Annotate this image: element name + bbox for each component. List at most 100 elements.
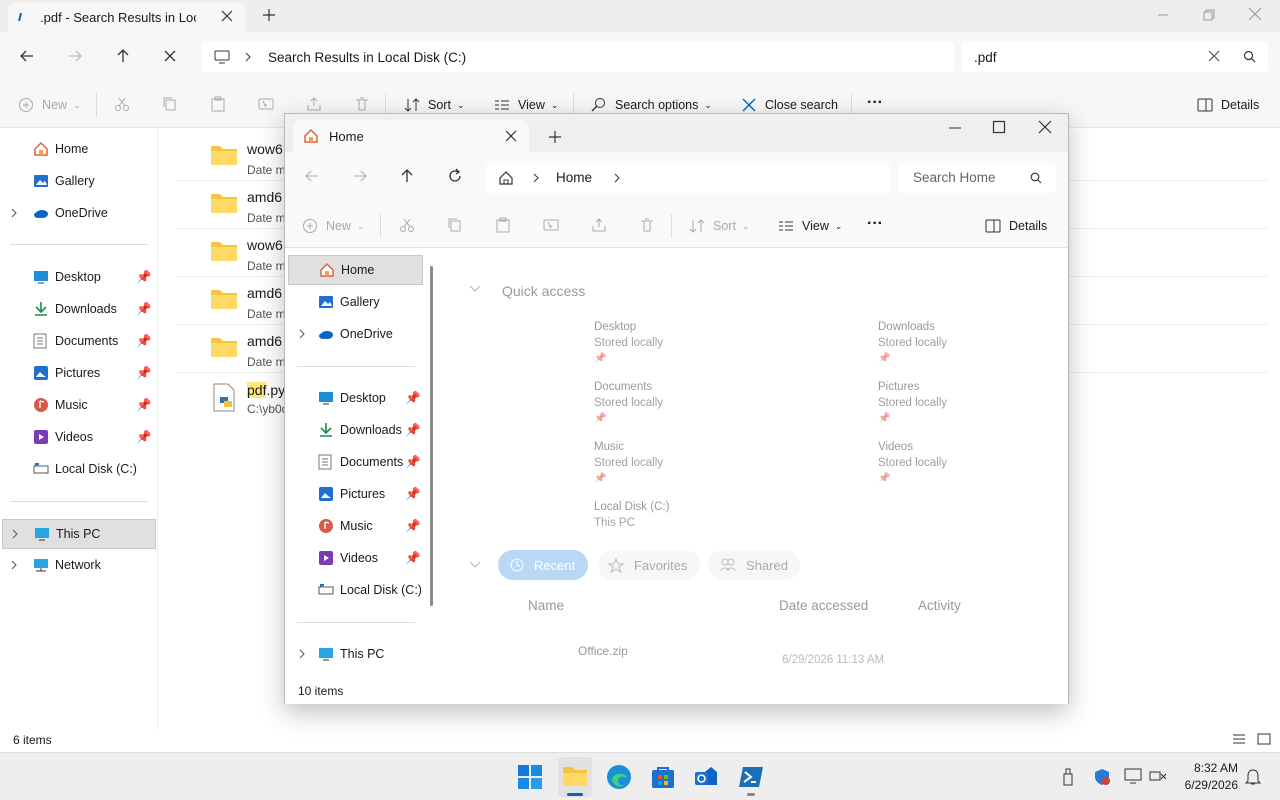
details-view-icon[interactable] xyxy=(1232,733,1246,745)
maximize-icon[interactable] xyxy=(992,120,1006,134)
new-tab-icon[interactable] xyxy=(548,130,562,144)
clock-date[interactable]: 6/29/2026 xyxy=(1172,778,1238,792)
delete-icon[interactable] xyxy=(354,96,370,112)
sidebar-item-onedrive[interactable]: OneDrive xyxy=(288,319,423,349)
edge-icon[interactable] xyxy=(606,764,632,790)
chevron-right-icon[interactable] xyxy=(11,528,19,540)
close-tab-icon[interactable] xyxy=(220,9,234,23)
cut-icon[interactable] xyxy=(399,217,415,233)
sidebar-item-local-disk[interactable]: Local Disk (C:) xyxy=(0,454,156,484)
sidebar-item-videos[interactable]: Videos 📌 xyxy=(0,422,156,452)
sidebar-item-documents[interactable]: Documents 📌 xyxy=(0,326,156,356)
pin-icon[interactable]: 📌 xyxy=(405,423,421,438)
monitor-icon[interactable] xyxy=(1124,768,1142,784)
stop-icon[interactable] xyxy=(155,41,185,71)
sidebar-item-desktop[interactable]: Desktop 📌 xyxy=(0,262,156,292)
security-icon[interactable] xyxy=(1093,768,1111,786)
chevron-right-icon[interactable] xyxy=(10,207,18,219)
rename-icon[interactable] xyxy=(258,96,274,112)
tab-favorites[interactable]: Favorites xyxy=(598,550,700,580)
sidebar-item-home[interactable]: Home xyxy=(0,134,156,164)
quick-access-item-downloads[interactable]: Downloads Stored locally 📌 xyxy=(878,319,947,367)
powershell-icon[interactable] xyxy=(738,764,764,790)
search-input[interactable]: .pdf xyxy=(974,50,997,65)
details-button[interactable]: Details xyxy=(1197,90,1259,120)
share-icon[interactable] xyxy=(306,96,322,112)
sidebar-item-gallery[interactable]: Gallery xyxy=(288,287,423,317)
chevron-right-icon[interactable] xyxy=(298,648,306,660)
back-arrow-icon[interactable] xyxy=(12,41,42,71)
details-button[interactable]: Details xyxy=(985,211,1047,241)
pin-icon[interactable]: 📌 xyxy=(405,391,421,406)
minimize-icon[interactable] xyxy=(1156,8,1170,22)
rename-icon[interactable] xyxy=(543,217,559,233)
sidebar-item-this-pc[interactable]: This PC xyxy=(288,639,423,669)
close-tab-icon[interactable] xyxy=(504,129,518,143)
column-name[interactable]: Name xyxy=(528,598,564,613)
sidebar-item-this-pc[interactable]: This PC xyxy=(2,519,156,549)
up-arrow-icon[interactable] xyxy=(399,168,415,184)
search-icon[interactable] xyxy=(1030,172,1042,184)
sidebar-item-gallery[interactable]: Gallery xyxy=(0,166,156,196)
start-icon[interactable] xyxy=(518,765,542,789)
back-window-tab[interactable]: .pdf - Search Results in Local Disk (C:) xyxy=(8,2,246,32)
breadcrumb[interactable]: Home xyxy=(556,170,592,185)
sidebar-item-onedrive[interactable]: OneDrive xyxy=(0,198,156,228)
sidebar-item-videos[interactable]: Videos 📌 xyxy=(288,543,423,573)
store-icon[interactable] xyxy=(650,764,676,790)
paste-icon[interactable] xyxy=(495,217,511,233)
home-tab[interactable]: Home xyxy=(293,120,529,152)
pin-icon[interactable]: 📌 xyxy=(405,551,421,566)
sidebar-item-music[interactable]: Music 📌 xyxy=(288,511,423,541)
delete-icon[interactable] xyxy=(639,217,655,233)
pin-icon[interactable]: 📌 xyxy=(405,519,421,534)
new-button[interactable]: New ⌄ xyxy=(18,90,81,120)
sidebar-item-downloads[interactable]: Downloads 📌 xyxy=(0,294,156,324)
cut-icon[interactable] xyxy=(114,96,130,112)
more-options-icon[interactable]: ··· xyxy=(867,94,883,112)
copy-icon[interactable] xyxy=(447,217,463,233)
forward-arrow-icon[interactable] xyxy=(352,168,368,184)
address-bar[interactable]: Home xyxy=(486,163,890,193)
tab-shared[interactable]: Shared xyxy=(708,550,800,580)
pin-icon[interactable]: 📌 xyxy=(136,270,152,285)
close-window-icon[interactable] xyxy=(1248,7,1262,21)
sort-button[interactable]: Sort ⌄ xyxy=(689,211,749,241)
forward-arrow-icon[interactable] xyxy=(60,41,90,71)
sidebar-item-documents[interactable]: Documents 📌 xyxy=(288,447,423,477)
chevron-down-icon[interactable] xyxy=(469,561,481,569)
share-icon[interactable] xyxy=(591,217,607,233)
quick-access-item-videos[interactable]: Videos Stored locally 📌 xyxy=(878,439,947,487)
back-arrow-icon[interactable] xyxy=(304,168,320,184)
search-input[interactable]: Search Home xyxy=(913,170,996,185)
file-explorer-button[interactable] xyxy=(558,757,592,797)
restore-icon[interactable] xyxy=(1202,8,1216,22)
chevron-right-icon[interactable] xyxy=(613,172,621,184)
pin-icon[interactable]: 📌 xyxy=(136,334,152,349)
search-icon[interactable] xyxy=(1243,50,1256,63)
minimize-icon[interactable] xyxy=(948,121,962,135)
pin-icon[interactable]: 📌 xyxy=(405,487,421,502)
quick-access-item-music[interactable]: Music Stored locally 📌 xyxy=(594,439,663,487)
pin-icon[interactable]: 📌 xyxy=(136,366,152,381)
close-window-icon[interactable] xyxy=(1038,120,1052,134)
quick-access-item-documents[interactable]: Documents Stored locally 📌 xyxy=(594,379,663,427)
sidebar-item-local-disk[interactable]: Local Disk (C:) xyxy=(288,575,423,605)
pin-icon[interactable]: 📌 xyxy=(136,398,152,413)
sidebar-scrollbar[interactable] xyxy=(430,266,433,606)
column-date-accessed[interactable]: Date accessed xyxy=(779,598,868,613)
sidebar-item-desktop[interactable]: Desktop 📌 xyxy=(288,383,423,413)
paste-icon[interactable] xyxy=(210,96,226,112)
pin-icon[interactable]: 📌 xyxy=(405,455,421,470)
clock-time[interactable]: 8:32 AM xyxy=(1180,761,1238,775)
sidebar-item-network[interactable]: Network xyxy=(0,550,156,580)
quick-access-item-desktop[interactable]: Desktop Stored locally 📌 xyxy=(594,319,663,367)
chevron-right-icon[interactable] xyxy=(244,51,252,63)
chevron-right-icon[interactable] xyxy=(10,559,18,571)
more-options-icon[interactable]: ··· xyxy=(867,215,883,233)
recent-file-row[interactable]: Office.zip 6/29/2026 11:13 AM xyxy=(500,630,1060,680)
quick-access-item-pictures[interactable]: Pictures Stored locally 📌 xyxy=(878,379,947,427)
network-status-icon[interactable] xyxy=(1149,768,1167,784)
up-arrow-icon[interactable] xyxy=(108,41,138,71)
notifications-icon[interactable] xyxy=(1245,768,1261,786)
